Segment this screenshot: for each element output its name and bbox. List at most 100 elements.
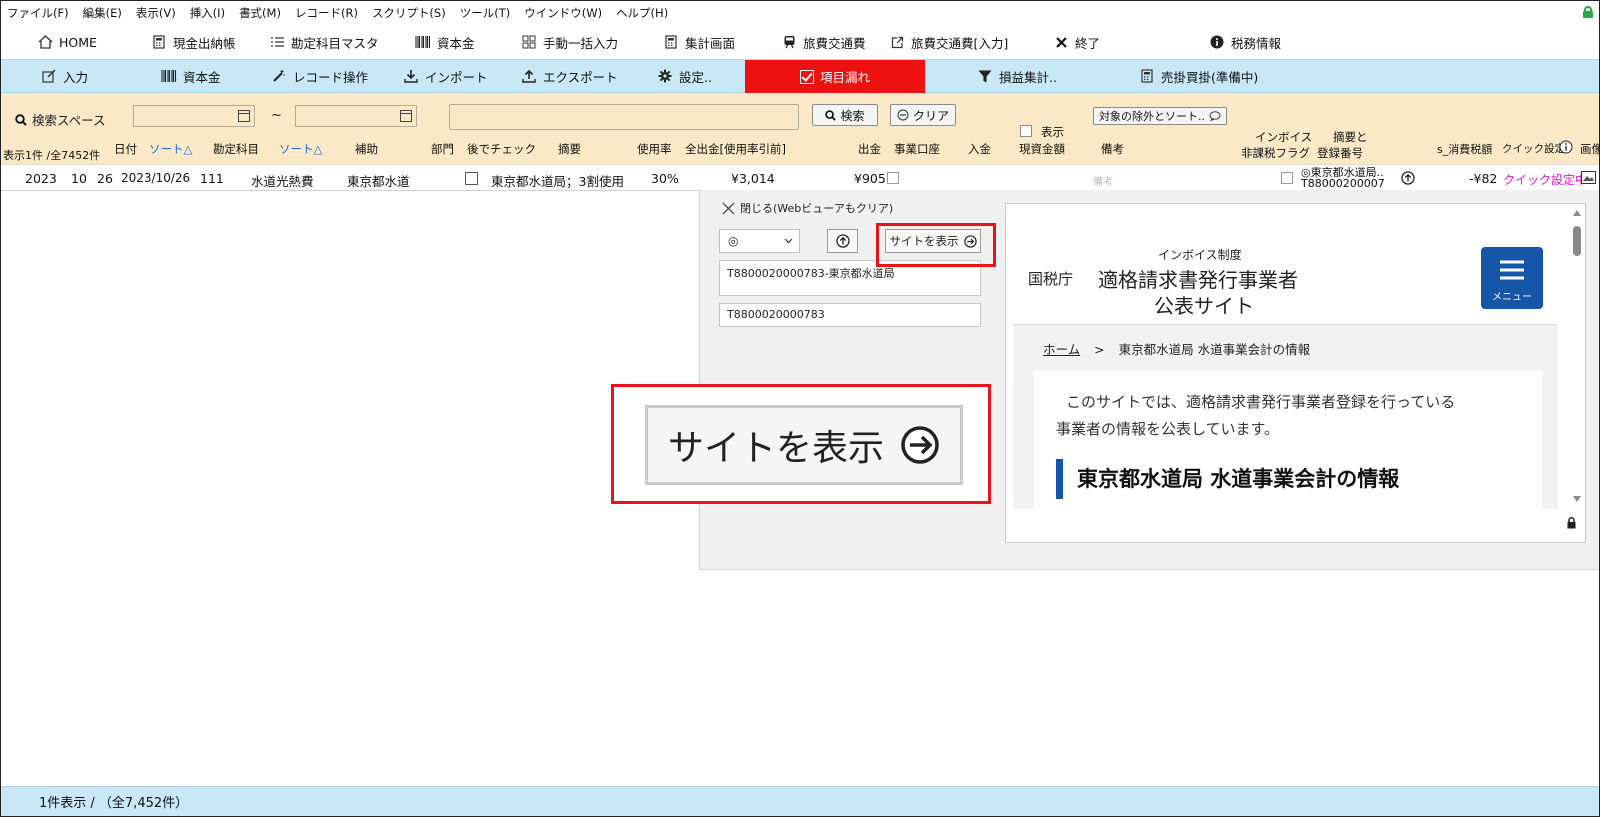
exit-button[interactable]: 終了 xyxy=(1053,32,1100,52)
invoice-flag-checkbox[interactable] xyxy=(1281,172,1293,184)
show-cash-checkbox[interactable] xyxy=(1020,125,1032,137)
bulk-input-button[interactable]: 手動一括入力 xyxy=(521,32,618,52)
info-icon[interactable] xyxy=(1559,140,1573,154)
record-ops-button[interactable]: レコード操作 xyxy=(271,66,368,86)
tax-info-button[interactable]: 税務情報 xyxy=(1209,32,1281,52)
col-usage-rate[interactable]: 使用率 xyxy=(637,141,672,157)
cell-full-out[interactable]: ¥3,014 xyxy=(731,171,775,186)
col-quick[interactable]: クイック設定 xyxy=(1502,141,1565,156)
col-full-out[interactable]: 全出金[使用率引前] xyxy=(685,141,786,157)
menu-help[interactable]: ヘルプ(H) xyxy=(616,5,668,21)
col-biz-account[interactable]: 事業口座 xyxy=(894,141,940,157)
search-icon xyxy=(15,113,27,126)
clear-button[interactable]: クリア xyxy=(890,104,956,126)
calendar-icon[interactable] xyxy=(400,110,412,122)
table-row[interactable]: 2023 10 26 2023/10/26 111 水道光熱費 東京都水道 東京… xyxy=(1,164,1599,191)
missing-items-button[interactable]: 項目漏れ xyxy=(745,60,925,93)
summary-button[interactable]: 集計画面 xyxy=(663,32,735,52)
missing-items-label: 項目漏れ xyxy=(819,70,870,85)
profit-summary-button[interactable]: 損益集計.. xyxy=(977,66,1057,86)
col-summary-reg[interactable]: 摘要と xyxy=(1333,129,1368,145)
import-button[interactable]: インポート xyxy=(403,66,488,86)
later-check-checkbox[interactable] xyxy=(465,172,478,185)
accounts-master-button[interactable]: 勘定科目マスタ xyxy=(269,32,379,52)
menu-button[interactable]: メニュー xyxy=(1481,247,1543,309)
travel-input-button[interactable]: 旅費交通費[入力] xyxy=(889,32,1008,52)
sort-account-button[interactable]: ソート△ xyxy=(279,141,322,157)
date-from-field[interactable] xyxy=(133,105,255,127)
sort-date-button[interactable]: ソート△ xyxy=(149,141,192,157)
cell-remarks[interactable]: 備考 xyxy=(1093,173,1113,188)
settings-button[interactable]: 設定.. xyxy=(657,66,712,86)
col-account[interactable]: 勘定科目 xyxy=(213,141,259,157)
menu-edit[interactable]: 編集(E) xyxy=(83,5,122,21)
image-icon[interactable] xyxy=(1581,171,1596,184)
exclude-sort-button[interactable]: 対象の除外とソート.. xyxy=(1093,107,1227,125)
cashbook-button[interactable]: 現金出納帳 xyxy=(151,32,236,52)
col-tax[interactable]: s_消費税額 xyxy=(1437,141,1492,157)
menu-insert[interactable]: 挿入(I) xyxy=(190,5,225,21)
scroll-up-icon[interactable] xyxy=(1573,210,1581,216)
cell-code[interactable]: 111 xyxy=(200,171,224,186)
registration-number-field[interactable]: T8800020000783 xyxy=(719,303,981,327)
cell-account[interactable]: 水道光熱費 xyxy=(251,171,314,190)
cell-year[interactable]: 2023 xyxy=(25,171,57,186)
travel-button[interactable]: 旅費交通費 xyxy=(781,32,866,52)
scroll-down-icon[interactable] xyxy=(1573,496,1581,502)
col-in[interactable]: 入金 xyxy=(968,141,991,157)
action-toolbar: 入力 資本金 レコード操作 インポート エクスポート 設定.. 項目漏れ 損益集… xyxy=(1,59,1599,93)
col-reg-number[interactable]: 登録番号 xyxy=(1317,145,1363,161)
menu-file[interactable]: ファイル(F) xyxy=(7,5,69,21)
calculator-icon xyxy=(151,35,167,49)
embedded-webview[interactable]: 国税庁 インボイス制度 適格請求書発行事業者 公表サイト メニュー ホーム > … xyxy=(1005,203,1586,543)
cell-day[interactable]: 26 xyxy=(97,171,113,186)
col-summary[interactable]: 摘要 xyxy=(558,141,581,157)
col-remarks[interactable]: 備考 xyxy=(1101,141,1124,157)
cell-quick-setting[interactable]: クイック設定中 xyxy=(1503,171,1587,188)
col-dept[interactable]: 部門 xyxy=(431,141,454,157)
date-to-field[interactable] xyxy=(295,105,417,127)
main-toolbar: HOME 現金出納帳 勘定科目マスタ 資本金 手動一括入力 集計画面 旅費交通費… xyxy=(1,25,1599,59)
capital-button[interactable]: 資本金 xyxy=(415,32,475,52)
col-invoice[interactable]: インボイス xyxy=(1255,129,1312,145)
menu-format[interactable]: 書式(M) xyxy=(239,5,281,21)
menu-tools[interactable]: ツール(T) xyxy=(460,5,511,21)
close-viewer-button[interactable]: 閉じる(Webビューアもクリア) xyxy=(722,200,893,216)
input-button[interactable]: 入力 xyxy=(41,66,88,86)
capital-tab-button[interactable]: 資本金 xyxy=(161,66,221,86)
col-out[interactable]: 出金 xyxy=(858,141,881,157)
cell-month[interactable]: 10 xyxy=(71,171,87,186)
breadcrumb-home-link[interactable]: ホーム xyxy=(1043,342,1080,357)
col-cash-amount[interactable]: 現資金額 xyxy=(1019,141,1065,157)
cell-out[interactable]: ¥905 xyxy=(854,171,886,186)
scroll-thumb[interactable] xyxy=(1573,226,1581,256)
cell-reg-number[interactable]: T88000200007 xyxy=(1301,177,1385,190)
scrollbar[interactable] xyxy=(1569,204,1585,509)
menu-view[interactable]: 表示(V) xyxy=(136,5,176,21)
external-link-icon xyxy=(889,35,905,49)
keyword-field[interactable] xyxy=(449,104,799,130)
cell-summary[interactable]: 東京都水道局；3割使用 xyxy=(491,171,624,190)
arrow-up-circle-icon[interactable] xyxy=(1401,171,1415,185)
upload-button[interactable] xyxy=(827,229,858,253)
prefix-select[interactable]: ◎ xyxy=(719,229,800,253)
upload-icon xyxy=(521,69,537,83)
col-later-check[interactable]: 後でチェック xyxy=(467,141,536,157)
col-image[interactable]: 画像 xyxy=(1580,141,1600,157)
receivables-button[interactable]: 売掛買掛(準備中) xyxy=(1139,66,1258,86)
col-sub[interactable]: 補助 xyxy=(355,141,378,157)
cell-usage-rate[interactable]: 30% xyxy=(651,171,679,186)
calendar-icon[interactable] xyxy=(238,110,250,122)
menu-record[interactable]: レコード(R) xyxy=(295,5,358,21)
cell-date[interactable]: 2023/10/26 xyxy=(121,171,190,185)
menu-script[interactable]: スクリプト(S) xyxy=(372,5,446,21)
export-button[interactable]: エクスポート xyxy=(521,66,618,86)
col-invoice-flag[interactable]: 非課税フラグ xyxy=(1241,145,1310,161)
cell-tax[interactable]: -¥82 xyxy=(1469,171,1497,186)
home-button[interactable]: HOME xyxy=(37,32,97,52)
search-button[interactable]: 検索 xyxy=(812,104,878,126)
menu-window[interactable]: ウインドウ(W) xyxy=(524,5,602,21)
biz-account-checkbox[interactable] xyxy=(887,172,899,184)
cell-sub[interactable]: 東京都水道 xyxy=(347,171,410,190)
col-date[interactable]: 日付 xyxy=(114,141,137,157)
